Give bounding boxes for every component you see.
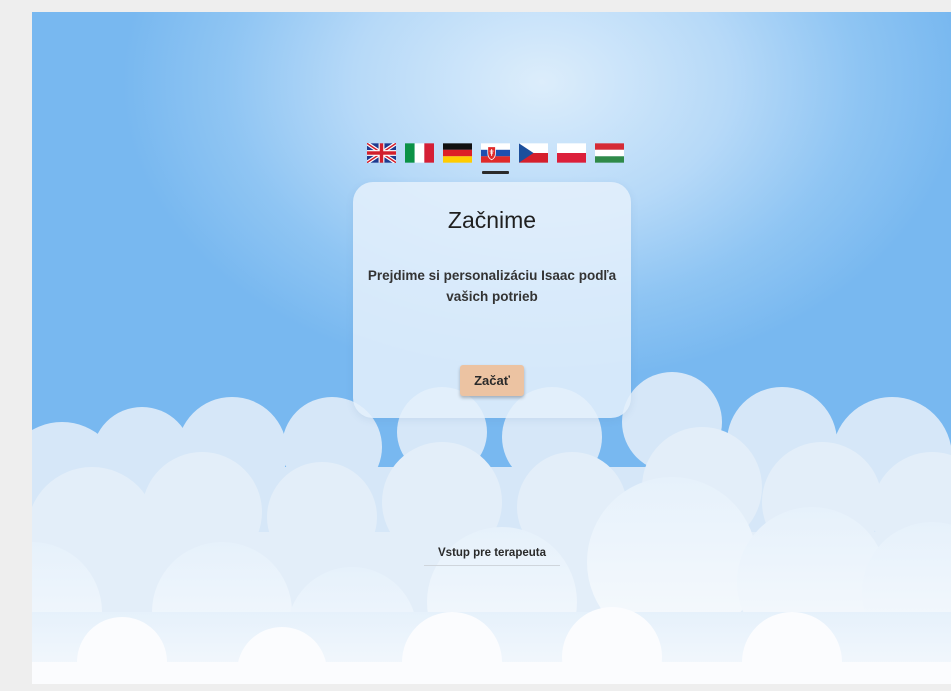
poland-flag-icon xyxy=(557,143,586,163)
language-pl[interactable] xyxy=(557,143,586,163)
start-button[interactable]: Začať xyxy=(460,365,524,396)
language-it[interactable] xyxy=(405,143,434,163)
onboarding-card: Začnime Prejdime si personalizáciu Isaac… xyxy=(353,182,631,418)
czech-flag-icon xyxy=(519,143,548,163)
germany-flag-icon xyxy=(443,143,472,163)
language-selector xyxy=(367,143,624,174)
italy-flag-icon xyxy=(405,143,434,163)
language-de[interactable] xyxy=(443,143,472,163)
language-hu[interactable] xyxy=(595,143,624,163)
hungary-flag-icon xyxy=(595,143,624,163)
language-en[interactable] xyxy=(367,143,396,163)
app-screen: Začnime Prejdime si personalizáciu Isaac… xyxy=(32,12,951,684)
therapist-login-link[interactable]: Vstup pre terapeuta xyxy=(424,547,560,566)
card-description: Prejdime si personalizáciu Isaac podľa v… xyxy=(367,268,617,304)
uk-flag-icon xyxy=(367,143,396,163)
language-sk[interactable] xyxy=(481,143,510,174)
language-cz[interactable] xyxy=(519,143,548,163)
slovakia-flag-icon xyxy=(481,143,510,163)
card-title: Začnime xyxy=(447,207,537,233)
